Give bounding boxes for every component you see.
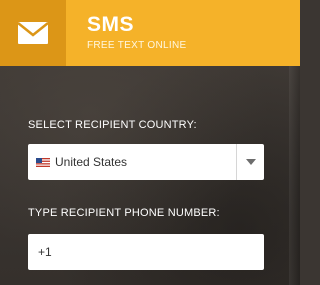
app-subtitle: FREE TEXT ONLINE xyxy=(87,40,187,51)
phone-label: TYPE RECIPIENT PHONE NUMBER: xyxy=(28,207,220,219)
country-selected-value: United States xyxy=(55,155,128,169)
icon-box xyxy=(0,0,66,66)
country-select[interactable]: United States xyxy=(28,144,264,180)
header-bar: SMS FREE TEXT ONLINE xyxy=(0,0,300,66)
envelope-icon xyxy=(18,22,48,44)
us-flag-icon xyxy=(36,158,50,167)
select-divider xyxy=(236,144,237,180)
right-edge-strip xyxy=(289,66,300,285)
country-label: SELECT RECIPIENT COUNTRY: xyxy=(28,119,197,131)
app-title: SMS xyxy=(87,13,135,36)
phone-input[interactable] xyxy=(28,234,264,270)
chevron-down-icon[interactable] xyxy=(246,159,256,165)
sms-widget: SMS FREE TEXT ONLINE SELECT RECIPIENT CO… xyxy=(0,0,300,285)
